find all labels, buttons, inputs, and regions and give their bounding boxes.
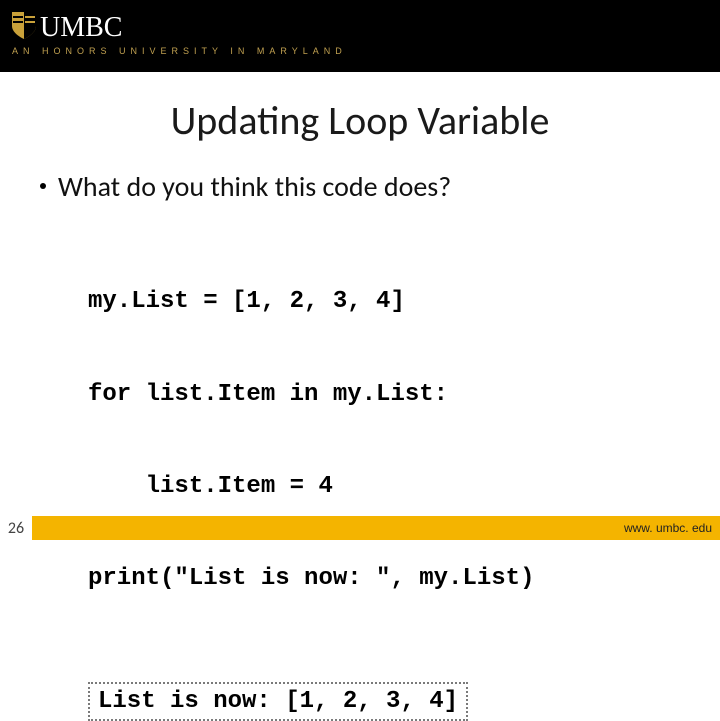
code-line: list.Item = 4 [88,472,720,503]
bullet-item: What do you think this code does? [40,169,720,204]
footer-bar: 26 www. umbc. edu [0,516,720,540]
code-block: my.List = [1, 2, 3, 4] for list.Item in … [88,226,720,656]
tagline: AN HONORS UNIVERSITY IN MARYLAND [12,46,710,56]
code-line: my.List = [1, 2, 3, 4] [88,287,720,318]
bullet-dot-icon [40,183,46,189]
logo: UMBC [10,6,710,44]
code-line: for list.Item in my.List: [88,380,720,411]
logo-text: UMBC [40,12,122,44]
bullet-list: What do you think this code does? [40,169,720,204]
bullet-text: What do you think this code does? [58,169,451,204]
page-number: 26 [0,516,32,540]
code-line: print("List is now: ", my.List) [88,564,720,595]
output-box: List is now: [1, 2, 3, 4] [88,682,468,721]
slide: UMBC AN HONORS UNIVERSITY IN MARYLAND Up… [0,0,720,540]
slide-title: Updating Loop Variable [0,96,720,145]
footer-url: www. umbc. edu [624,521,712,535]
header-bar: UMBC AN HONORS UNIVERSITY IN MARYLAND [0,0,720,72]
shield-icon [10,10,38,40]
